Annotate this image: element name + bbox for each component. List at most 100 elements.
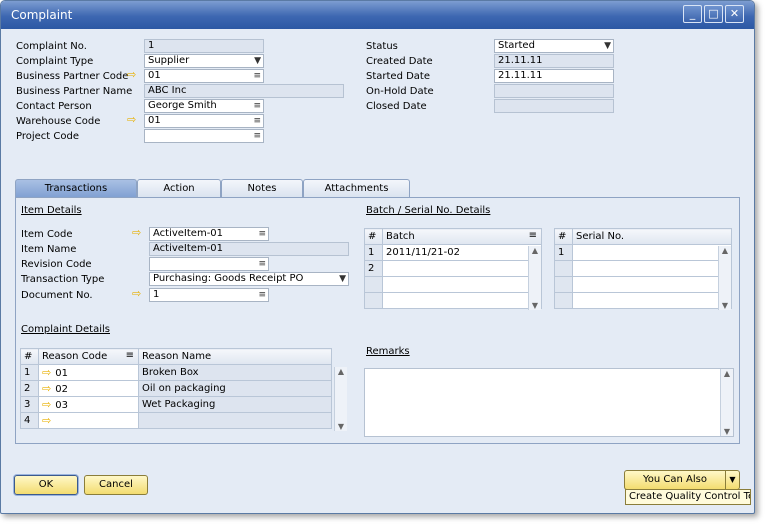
tab-attachments[interactable]: Attachments: [303, 179, 410, 198]
chevron-down-icon[interactable]: ▼: [725, 471, 739, 489]
serial-cell[interactable]: [572, 260, 732, 277]
reason-code-cell[interactable]: ⇨ 01: [38, 364, 139, 381]
serial-scrollbar[interactable]: ▲ ▼: [718, 246, 731, 310]
list-icon[interactable]: ≡: [253, 115, 261, 127]
reason-name-cell: Broken Box: [138, 364, 332, 381]
window-title: Complaint: [11, 8, 73, 22]
project-code-label: Project Code: [16, 131, 79, 142]
ok-button[interactable]: OK: [14, 475, 78, 495]
reason-code-cell[interactable]: ⇨ 02: [38, 380, 139, 397]
started-date-label: Started Date: [366, 71, 431, 82]
table-row[interactable]: 1 2011/11/21-02: [364, 244, 542, 261]
contact-person-field[interactable]: George Smith ≡: [144, 99, 264, 113]
tab-action[interactable]: Action: [137, 179, 221, 198]
table-row[interactable]: 1: [554, 244, 732, 261]
scroll-down-icon[interactable]: ▼: [335, 422, 347, 431]
row-number: 4: [20, 412, 39, 429]
table-row[interactable]: 1 ⇨ 01 Broken Box: [20, 364, 332, 381]
status-select[interactable]: Started ▼: [494, 39, 614, 53]
reason-col-name[interactable]: Reason Name: [138, 348, 332, 365]
reason-code-cell[interactable]: ⇨ 03: [38, 396, 139, 413]
item-code-field[interactable]: ActiveItem-01 ≡: [149, 227, 269, 241]
transaction-type-select[interactable]: Purchasing: Goods Receipt PO ▼: [149, 272, 349, 286]
link-arrow-icon[interactable]: ⇨: [127, 69, 136, 81]
batch-scrollbar[interactable]: ▲ ▼: [528, 246, 541, 310]
list-icon[interactable]: ≡: [258, 289, 266, 301]
scroll-down-icon[interactable]: ▼: [719, 301, 731, 310]
table-row[interactable]: [364, 292, 542, 309]
complaint-type-select[interactable]: Supplier ▼: [144, 54, 264, 68]
transaction-type-label: Transaction Type: [21, 274, 105, 285]
close-button[interactable]: ✕: [725, 5, 744, 23]
scroll-down-icon[interactable]: ▼: [721, 427, 733, 436]
table-row[interactable]: 4 ⇨: [20, 412, 332, 429]
warehouse-code-field[interactable]: 01 ≡: [144, 114, 264, 128]
serial-col-index: #: [554, 228, 573, 245]
column-menu-icon[interactable]: ≡: [126, 350, 134, 361]
link-arrow-icon[interactable]: ⇨: [42, 398, 51, 411]
list-icon[interactable]: ≡: [258, 228, 266, 240]
link-arrow-icon[interactable]: ⇨: [127, 114, 136, 126]
list-icon[interactable]: ≡: [253, 130, 261, 142]
link-arrow-icon[interactable]: ⇨: [132, 288, 141, 300]
link-arrow-icon[interactable]: ⇨: [42, 414, 51, 427]
table-row[interactable]: [554, 292, 732, 309]
document-no-field[interactable]: 1 ≡: [149, 288, 269, 302]
batch-col-batch[interactable]: Batch ≡: [382, 228, 542, 245]
remarks-scrollbar[interactable]: ▲ ▼: [720, 369, 733, 436]
minimize-button[interactable]: _: [683, 5, 702, 23]
link-arrow-icon[interactable]: ⇨: [42, 366, 51, 379]
started-date-field[interactable]: 21.11.11: [494, 69, 614, 83]
you-can-also-label: You Can Also: [643, 474, 707, 485]
list-icon[interactable]: ≡: [253, 70, 261, 82]
table-row[interactable]: 2 ⇨ 02 Oil on packaging: [20, 380, 332, 397]
revision-code-field[interactable]: ≡: [149, 257, 269, 271]
project-code-field[interactable]: ≡: [144, 129, 264, 143]
column-menu-icon[interactable]: ≡: [529, 230, 537, 241]
you-can-also-button[interactable]: You Can Also ▼: [624, 470, 740, 490]
complaint-no-label: Complaint No.: [16, 41, 87, 52]
batch-cell[interactable]: [382, 292, 542, 309]
link-arrow-icon[interactable]: ⇨: [42, 382, 51, 395]
table-row[interactable]: [364, 276, 542, 293]
create-quality-control-test-item[interactable]: Create Quality Control Test: [625, 489, 751, 505]
link-arrow-icon[interactable]: ⇨: [132, 227, 141, 239]
reason-col-code[interactable]: Reason Code ≡: [38, 348, 139, 365]
complaint-details-title: Complaint Details: [21, 324, 110, 335]
title-bar: Complaint _ □ ✕: [1, 1, 754, 29]
maximize-button[interactable]: □: [704, 5, 723, 23]
tab-transactions[interactable]: Transactions: [15, 179, 137, 199]
on-hold-date-label: On-Hold Date: [366, 86, 434, 97]
reason-code-cell[interactable]: ⇨: [38, 412, 139, 429]
list-icon[interactable]: ≡: [258, 258, 266, 270]
scroll-up-icon[interactable]: ▲: [529, 246, 541, 255]
complaint-window: Complaint _ □ ✕ Complaint No. 1 Complain…: [0, 0, 755, 514]
remarks-textarea[interactable]: [364, 368, 734, 437]
scroll-up-icon[interactable]: ▲: [721, 369, 733, 378]
cancel-button[interactable]: Cancel: [84, 475, 148, 495]
contact-person-value: George Smith: [148, 100, 217, 111]
bp-code-field[interactable]: 01 ≡: [144, 69, 264, 83]
table-row[interactable]: [554, 260, 732, 277]
list-icon[interactable]: ≡: [253, 100, 261, 112]
batch-cell[interactable]: 2011/11/21-02: [382, 244, 542, 261]
batch-cell[interactable]: [382, 260, 542, 277]
document-no-label: Document No.: [21, 290, 93, 301]
tab-notes[interactable]: Notes: [221, 179, 303, 198]
table-row[interactable]: 2: [364, 260, 542, 277]
serial-cell[interactable]: [572, 244, 732, 261]
document-no-value: 1: [153, 289, 160, 300]
batch-table: # Batch ≡ 1 2011/11/21-02 2: [364, 228, 542, 309]
reason-code-header-label: Reason Code: [42, 351, 108, 362]
scroll-up-icon[interactable]: ▲: [335, 367, 347, 376]
serial-cell[interactable]: [572, 292, 732, 309]
reasons-scrollbar[interactable]: ▲ ▼: [334, 367, 347, 431]
scroll-up-icon[interactable]: ▲: [719, 246, 731, 255]
batch-cell[interactable]: [382, 276, 542, 293]
table-row[interactable]: 3 ⇨ 03 Wet Packaging: [20, 396, 332, 413]
serial-col-serial[interactable]: Serial No.: [572, 228, 732, 245]
batch-col-index: #: [364, 228, 383, 245]
table-row[interactable]: [554, 276, 732, 293]
serial-cell[interactable]: [572, 276, 732, 293]
scroll-down-icon[interactable]: ▼: [529, 301, 541, 310]
